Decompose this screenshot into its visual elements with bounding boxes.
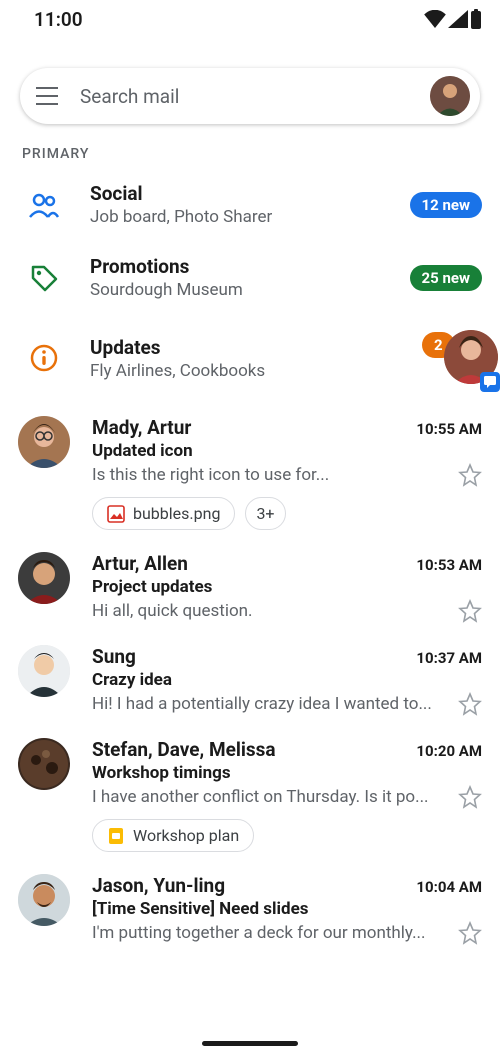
attachment-count: 3+ [256,504,274,523]
email-snippet: Hi! I had a potentially crazy idea I wan… [92,694,458,714]
email-item[interactable]: Stefan, Dave, Melissa 10:20 AM Workshop … [0,724,500,860]
nav-indicator [202,1041,298,1046]
star-icon[interactable] [458,785,482,809]
section-label: PRIMARY [0,132,500,168]
category-promotions[interactable]: Promotions Sourdough Museum 25 new [0,241,500,314]
tag-icon [26,260,62,296]
email-time: 10:20 AM [416,742,482,760]
account-avatar[interactable] [430,76,470,116]
sender-avatar[interactable] [18,416,70,468]
status-bar: 11:00 [0,0,500,32]
star-icon[interactable] [458,463,482,487]
chat-app-icon [480,372,500,392]
category-title: Updates [90,336,404,359]
email-snippet: Is this the right icon to use for... [92,465,458,485]
email-item[interactable]: Jason, Yun-ling 10:04 AM [Time Sensitive… [0,860,500,953]
category-social[interactable]: Social Job board, Photo Sharer 12 new [0,168,500,241]
sender-avatar[interactable] [18,738,70,790]
email-sender: Mady, Artur [92,416,191,439]
email-time: 10:37 AM [416,649,482,667]
sender-avatar[interactable] [18,645,70,697]
email-time: 10:53 AM [416,556,482,574]
attachment-label: Workshop plan [133,826,239,845]
category-subtitle: Job board, Photo Sharer [90,207,382,227]
category-badge: 12 new [410,192,482,218]
email-subject: [Time Sensitive] Need slides [92,899,482,919]
info-icon [26,340,62,376]
star-icon[interactable] [458,599,482,623]
status-time: 11:00 [34,8,83,31]
email-sender: Stefan, Dave, Melissa [92,738,276,761]
email-item[interactable]: Artur, Allen 10:53 AM Project updates Hi… [0,538,500,631]
email-time: 10:55 AM [416,420,482,438]
attachment-chip[interactable]: Workshop plan [92,819,254,852]
people-icon [26,187,62,223]
attachment-more-chip[interactable]: 3+ [245,497,285,530]
attachment-chip[interactable]: bubbles.png [92,497,235,530]
attachment-label: bubbles.png [133,504,220,523]
email-snippet: I have another conflict on Thursday. Is … [92,787,458,807]
sender-avatar[interactable] [18,552,70,604]
category-badge: 25 new [410,265,482,291]
category-title: Promotions [90,255,382,278]
category-updates[interactable]: Updates Fly Airlines, Cookbooks 2 [0,314,500,402]
wifi-icon [424,10,446,28]
search-bar[interactable]: Search mail [20,68,480,124]
email-subject: Crazy idea [92,670,482,690]
category-subtitle: Fly Airlines, Cookbooks [90,361,404,381]
sender-avatar[interactable] [18,874,70,926]
star-icon[interactable] [458,921,482,945]
search-input[interactable]: Search mail [80,85,410,108]
category-title: Social [90,182,382,205]
email-subject: Workshop timings [92,763,482,783]
email-sender: Jason, Yun-ling [92,874,225,897]
email-sender: Artur, Allen [92,552,188,575]
email-item[interactable]: Sung 10:37 AM Crazy idea Hi! I had a pot… [0,631,500,724]
star-icon[interactable] [458,692,482,716]
battery-icon [470,9,482,29]
signal-icon [448,10,468,28]
email-subject: Project updates [92,577,482,597]
slides-icon [107,827,125,845]
email-item[interactable]: Mady, Artur 10:55 AM Updated icon Is thi… [0,402,500,538]
status-icons [424,9,482,29]
category-subtitle: Sourdough Museum [90,280,382,300]
chat-head[interactable]: 2 [432,328,492,388]
image-icon [107,505,125,523]
email-snippet: I'm putting together a deck for our mont… [92,923,458,943]
email-snippet: Hi all, quick question. [92,601,458,621]
email-subject: Updated icon [92,441,482,461]
email-time: 10:04 AM [416,878,482,896]
menu-icon[interactable] [36,87,60,105]
email-sender: Sung [92,645,136,668]
